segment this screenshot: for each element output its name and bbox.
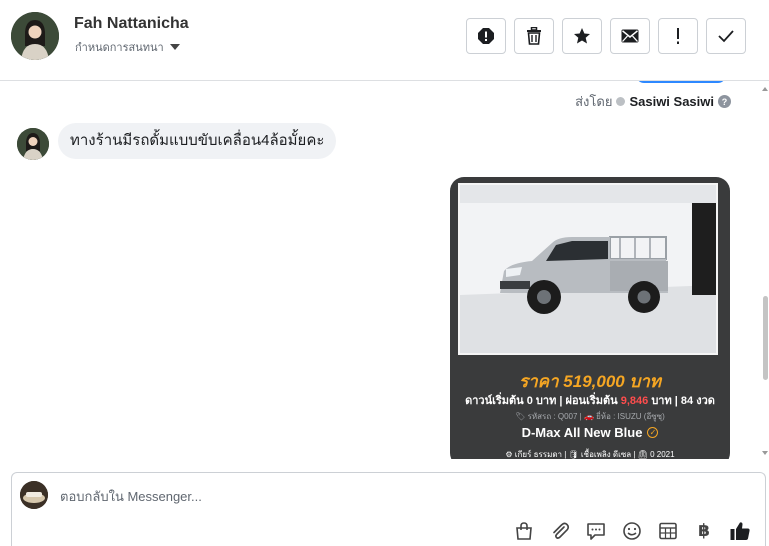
car-model-name: D-Max All New Blue (521, 425, 643, 440)
label-dropdown-text: กำหนดการสนทนา (75, 42, 164, 54)
terms-prefix: ดาวน์เริ่มต้น 0 บาท | ผ่อนเริ่มต้น (465, 395, 618, 407)
conversation-actions (466, 18, 746, 54)
follow-up-button[interactable] (658, 18, 698, 54)
terms-suffix: บาท | 84 งวด (651, 395, 715, 407)
mark-done-button[interactable] (706, 18, 746, 54)
monthly-amount: 9,846 (620, 395, 649, 407)
chevron-down-icon (169, 44, 180, 50)
reply-composer: ฿ (11, 472, 766, 546)
mark-spam-button[interactable] (466, 18, 506, 54)
appointment-button[interactable] (655, 519, 681, 543)
table-icon (659, 522, 677, 540)
verified-dot-icon (616, 97, 626, 106)
reply-input[interactable] (60, 485, 660, 507)
messenger-inbox-panel: Fah Nattanicha กำหนดการสนทนา ส่งโดย Sasi… (0, 0, 769, 546)
sent-by-prefix: ส่งโดย (575, 94, 613, 109)
like-button[interactable] (727, 519, 753, 543)
incoming-message-bubble[interactable]: ทางร้านมีรถดั้มแบบขับเคลื่อน4ล้อมั้ยคะ (58, 123, 337, 159)
previous-outgoing-bubble (636, 81, 726, 83)
truck-photo (458, 183, 718, 355)
scroll-down-arrow-icon[interactable] (762, 451, 768, 455)
car-meta: 🏷 รหัสรถ : Q007 | 🚗 ยี่ห้อ : ISUZU (อีซู… (515, 412, 665, 421)
sent-by-label: ส่งโดย Sasiwi Sasiwi ? (575, 91, 731, 112)
saved-replies-button[interactable] (583, 519, 609, 543)
star-icon (574, 28, 590, 44)
delete-button[interactable] (514, 18, 554, 54)
scroll-up-arrow-icon[interactable] (762, 87, 768, 91)
car-specs: ⚙ เกียร์ ธรรมดา | 🛢 เชื้อเพลิง ดีเซล | ⏲… (505, 450, 675, 459)
attach-file-button[interactable] (547, 519, 573, 543)
mark-unread-button[interactable] (610, 18, 650, 54)
contact-avatar-small[interactable] (17, 128, 49, 160)
sender-name: Sasiwi Sasiwi (629, 94, 714, 109)
conversation-header: Fah Nattanicha กำหนดการสนทนา (0, 0, 769, 81)
page-avatar (20, 481, 48, 509)
thumbs-up-icon (730, 522, 750, 540)
car-model: D-Max All New Blue ✓ (450, 425, 730, 440)
thread-scrollbar[interactable] (761, 81, 769, 459)
conversation-label-dropdown[interactable]: กำหนดการสนทนา (75, 38, 180, 56)
scroll-thumb[interactable] (763, 296, 768, 380)
verified-check-icon: ✓ (647, 427, 659, 438)
spam-icon (478, 28, 494, 44)
financing-terms: ดาวน์เริ่มต้น 0 บาท | ผ่อนเริ่มต้น 9,846… (450, 391, 730, 409)
emoji-icon (623, 522, 641, 540)
baht-icon: ฿ (698, 521, 710, 540)
help-icon[interactable]: ? (718, 95, 731, 108)
product-card-image[interactable]: ราคา 519,000 บาท ดาวน์เริ่มต้น 0 บาท | ผ… (450, 177, 730, 459)
star-button[interactable] (562, 18, 602, 54)
emoji-button[interactable] (619, 519, 645, 543)
trash-icon (527, 27, 541, 45)
product-catalog-button[interactable] (511, 519, 537, 543)
paperclip-icon (553, 522, 570, 539)
mail-icon (621, 29, 639, 43)
message-thread[interactable]: ส่งโดย Sasiwi Sasiwi ? ทางร้านมีรถดั้มแบ… (0, 81, 769, 459)
payment-request-button[interactable]: ฿ (691, 519, 717, 543)
bag-icon (516, 522, 532, 540)
contact-avatar[interactable] (11, 12, 59, 60)
check-icon (718, 30, 734, 43)
composer-tools: ฿ (511, 519, 753, 543)
exclamation-icon (677, 28, 679, 44)
saved-reply-icon (587, 523, 605, 540)
contact-name[interactable]: Fah Nattanicha (74, 15, 189, 33)
